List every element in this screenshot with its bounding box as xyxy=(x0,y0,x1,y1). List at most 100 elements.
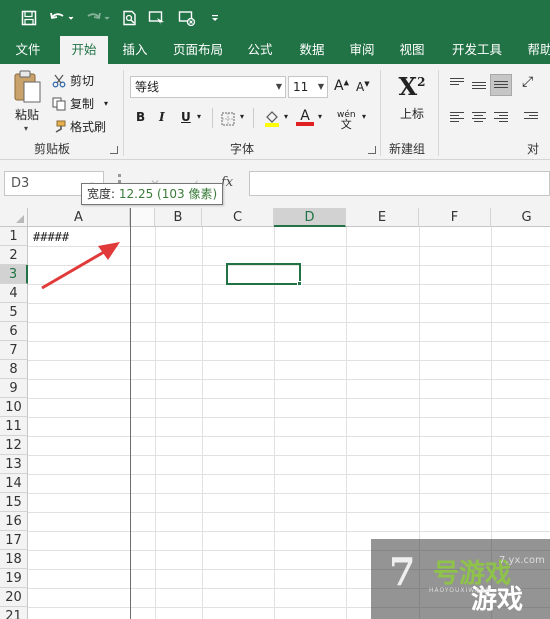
align-right-icon[interactable] xyxy=(494,112,508,124)
column-header-c[interactable]: C xyxy=(202,208,274,227)
gridline xyxy=(202,227,203,619)
row-header-7[interactable]: 7 xyxy=(0,341,28,360)
row-header-1[interactable]: 1 xyxy=(0,227,28,246)
gridline xyxy=(346,227,347,619)
gridline xyxy=(28,455,550,456)
row-header-21[interactable]: 21 xyxy=(0,607,28,619)
row-header-17[interactable]: 17 xyxy=(0,531,28,550)
align-left-icon[interactable] xyxy=(450,112,464,124)
formula-input[interactable] xyxy=(249,171,550,196)
row-header-11[interactable]: 11 xyxy=(0,417,28,436)
redo-icon[interactable] xyxy=(84,7,112,29)
save-icon[interactable] xyxy=(18,7,40,29)
row-header-5[interactable]: 5 xyxy=(0,303,28,322)
tab-help[interactable]: 帮助 xyxy=(520,36,550,64)
column-header-e[interactable]: E xyxy=(346,208,419,227)
chevron-down-icon: ▼ xyxy=(317,82,324,91)
decrease-indent-icon[interactable] xyxy=(524,112,538,124)
phonetic-dropdown-icon[interactable]: ▾ xyxy=(362,112,366,121)
paste-dropdown-icon[interactable]: ▾ xyxy=(24,124,28,133)
row-header-4[interactable]: 4 xyxy=(0,284,28,303)
font-size-select[interactable]: 11 ▼ xyxy=(288,76,328,98)
orientation-icon[interactable]: ⤢ xyxy=(522,74,533,90)
phonetic-button[interactable]: wén 文 xyxy=(337,110,356,130)
align-bottom-button[interactable] xyxy=(490,74,512,96)
borders-dropdown-icon[interactable]: ▾ xyxy=(240,112,244,121)
column-header-b[interactable]: B xyxy=(155,208,202,227)
tab-review[interactable]: 审阅 xyxy=(342,36,382,64)
row-header-15[interactable]: 15 xyxy=(0,493,28,512)
fill-color-button[interactable] xyxy=(263,109,281,130)
format-painter-label: 格式刷 xyxy=(70,120,107,134)
tooltip-value: 12.25 xyxy=(118,187,154,201)
format-painter-button[interactable]: 格式刷 xyxy=(52,118,106,135)
column-resize-line[interactable] xyxy=(130,208,131,619)
fill-color-dropdown-icon[interactable]: ▾ xyxy=(284,112,288,121)
clipboard-launcher-icon[interactable] xyxy=(110,146,118,154)
tab-page-layout[interactable]: 页面布局 xyxy=(166,36,230,64)
row-header-6[interactable]: 6 xyxy=(0,322,28,341)
select-all-button[interactable] xyxy=(0,208,28,227)
undo-icon[interactable] xyxy=(48,7,76,29)
row-header-16[interactable]: 16 xyxy=(0,512,28,531)
copy-button[interactable]: 复制 ▾ xyxy=(52,95,108,112)
gridline xyxy=(28,417,550,418)
tab-formulas[interactable]: 公式 xyxy=(240,36,280,64)
cut-label: 剪切 xyxy=(70,74,95,88)
align-top-icon[interactable] xyxy=(450,78,464,90)
tab-file[interactable]: 文件 xyxy=(6,36,50,64)
bold-button[interactable]: B xyxy=(136,110,145,124)
font-color-dropdown-icon[interactable]: ▾ xyxy=(318,112,322,121)
row-header-2[interactable]: 2 xyxy=(0,246,28,265)
tab-home[interactable]: 开始 xyxy=(60,36,108,65)
separator xyxy=(253,108,254,128)
paste-button[interactable]: 粘贴 ▾ xyxy=(12,70,44,134)
underline-dropdown-icon[interactable]: ▾ xyxy=(197,112,201,121)
column-header-g[interactable]: G xyxy=(491,208,550,227)
present-icon[interactable] xyxy=(146,7,168,29)
column-header-a[interactable]: A xyxy=(28,208,130,227)
row-header-12[interactable]: 12 xyxy=(0,436,28,455)
cut-button[interactable]: 剪切 xyxy=(52,72,94,89)
row-header-20[interactable]: 20 xyxy=(0,588,28,607)
row-header-18[interactable]: 18 xyxy=(0,550,28,569)
underline-button[interactable]: U xyxy=(181,110,191,124)
row-header-3[interactable]: 3 xyxy=(0,265,28,284)
row-header-9[interactable]: 9 xyxy=(0,379,28,398)
touch-mode-icon[interactable] xyxy=(176,7,198,29)
align-center-icon[interactable] xyxy=(472,112,486,124)
copy-icon xyxy=(52,97,66,110)
column-header-f[interactable]: F xyxy=(419,208,491,227)
shrink-font-icon: A xyxy=(356,80,365,94)
row-header-8[interactable]: 8 xyxy=(0,360,28,379)
tab-view[interactable]: 视图 xyxy=(392,36,432,64)
row-header-13[interactable]: 13 xyxy=(0,455,28,474)
fill-bucket-icon xyxy=(265,111,279,127)
customize-qat-icon[interactable] xyxy=(208,7,222,29)
row-header-19[interactable]: 19 xyxy=(0,569,28,588)
active-cell-d3[interactable] xyxy=(226,263,301,285)
font-name-select[interactable]: 等线 ▼ xyxy=(130,76,286,98)
scissors-icon xyxy=(52,74,66,87)
print-preview-icon[interactable] xyxy=(120,7,140,29)
row-header-10[interactable]: 10 xyxy=(0,398,28,417)
fill-handle[interactable] xyxy=(297,281,302,286)
italic-button[interactable]: I xyxy=(159,110,165,124)
grow-font-button[interactable]: A▲ xyxy=(334,78,349,94)
superscript-button[interactable]: X2 上标 xyxy=(396,72,428,122)
column-header-d[interactable]: D xyxy=(274,208,346,227)
font-name-value: 等线 xyxy=(135,80,160,94)
tab-insert[interactable]: 插入 xyxy=(114,36,156,64)
format-painter-icon xyxy=(55,120,66,133)
tab-data[interactable]: 数据 xyxy=(290,36,334,64)
borders-button[interactable] xyxy=(221,112,235,129)
paste-label: 粘贴 xyxy=(15,108,40,122)
shrink-font-button[interactable]: A▼ xyxy=(356,80,370,94)
copy-dropdown-icon[interactable]: ▾ xyxy=(104,99,108,108)
tab-developer[interactable]: 开发工具 xyxy=(444,36,510,64)
font-color-button[interactable]: A xyxy=(296,108,314,126)
font-launcher-icon[interactable] xyxy=(368,146,376,154)
row-header-14[interactable]: 14 xyxy=(0,474,28,493)
align-middle-icon[interactable] xyxy=(472,82,486,94)
annotation-arrow-icon xyxy=(41,242,120,290)
